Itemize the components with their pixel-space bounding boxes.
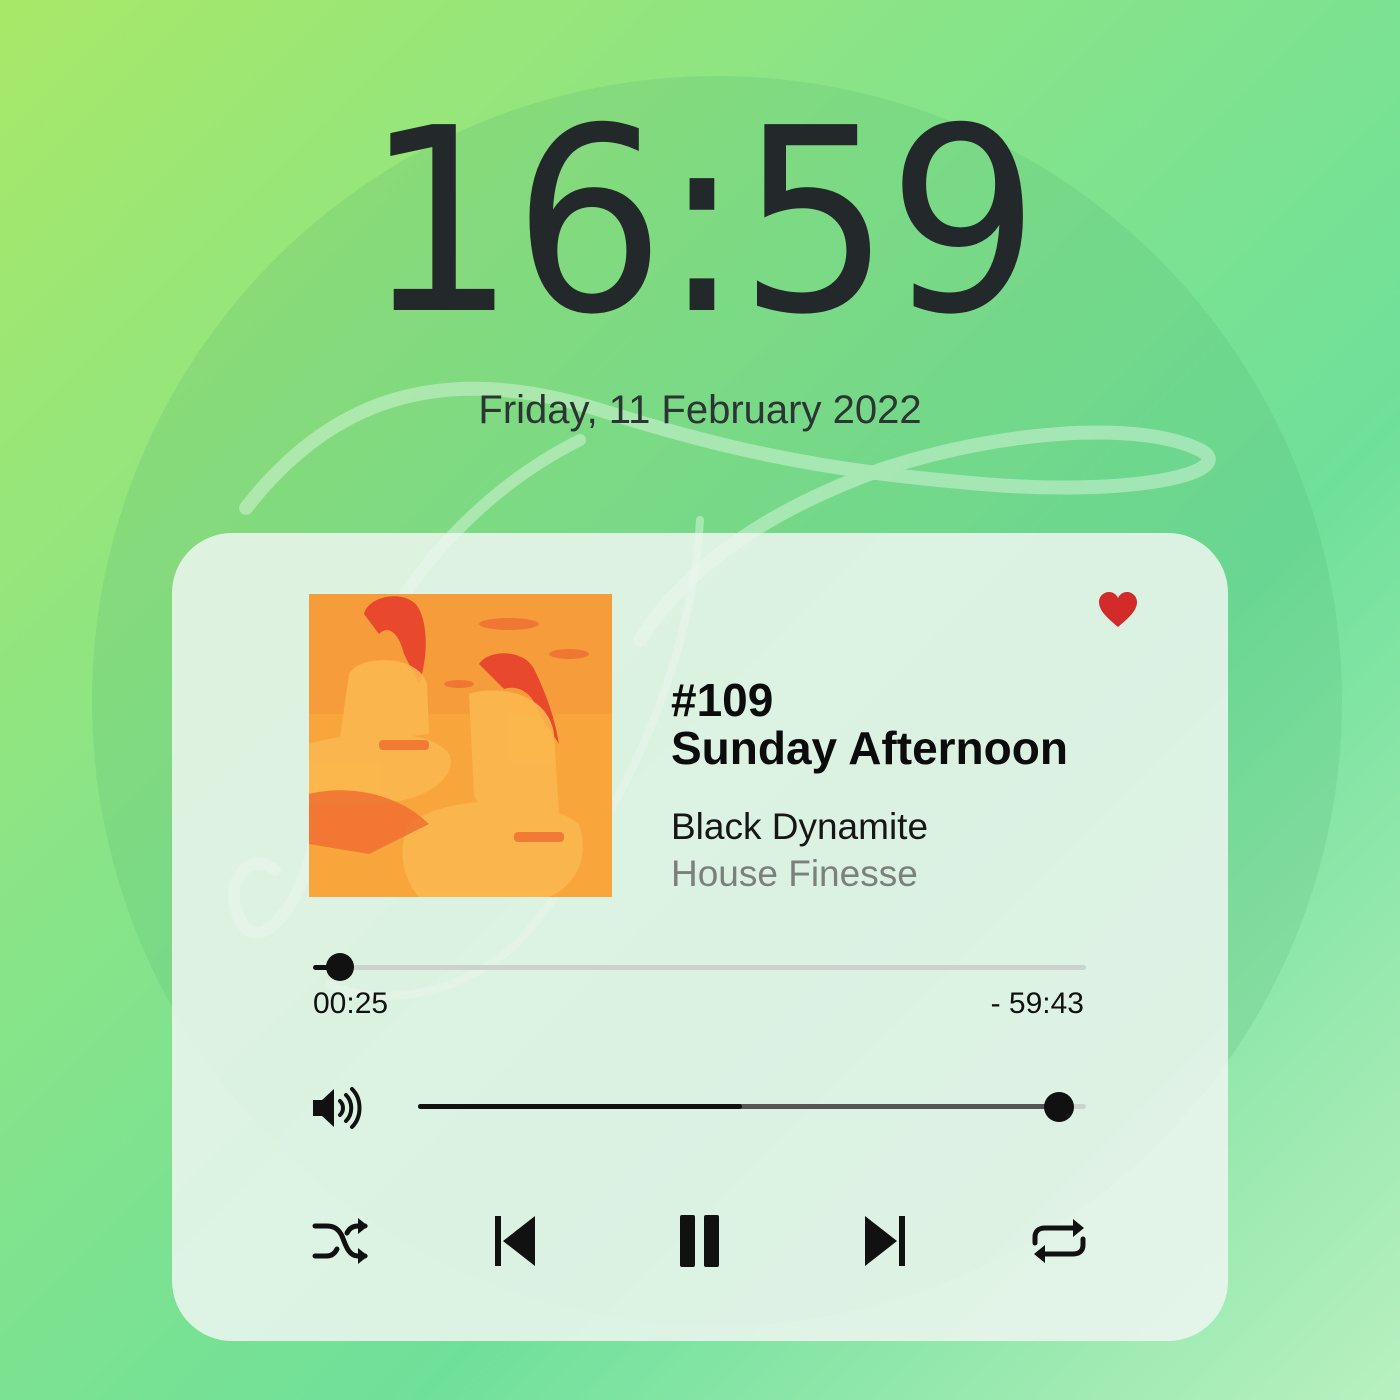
album-cover	[309, 594, 612, 897]
album-cover-artwork	[309, 594, 612, 897]
skip-previous-icon[interactable]	[485, 1213, 545, 1269]
volume-icon[interactable]	[311, 1085, 363, 1131]
album-name: House Finesse	[671, 853, 918, 894]
media-player-card: #109 Sunday Afternoon Black Dynamite Hou…	[172, 533, 1228, 1341]
volume-slider-handle[interactable]	[1044, 1092, 1075, 1122]
playback-progress-bar[interactable]	[313, 953, 1086, 981]
track-title: Sunday Afternoon	[671, 722, 1068, 774]
volume-slider[interactable]	[418, 1092, 1086, 1122]
skip-next-icon[interactable]	[855, 1213, 915, 1269]
volume-slider-fill	[418, 1104, 742, 1109]
heart-icon[interactable]	[1098, 591, 1138, 629]
repeat-icon[interactable]	[1029, 1213, 1089, 1269]
shuffle-icon[interactable]	[311, 1213, 371, 1269]
artist-name: Black Dynamite	[671, 806, 929, 847]
playback-progress-handle[interactable]	[326, 953, 355, 981]
elapsed-time: 00:25	[313, 987, 389, 1020]
remaining-time: - 59:43	[990, 987, 1084, 1020]
episode-number: #109	[671, 674, 774, 726]
lock-screen-date: Friday, 11 February 2022	[478, 388, 922, 432]
lock-screen-clock: 16:59	[364, 74, 1040, 371]
pause-icon[interactable]	[670, 1213, 730, 1269]
